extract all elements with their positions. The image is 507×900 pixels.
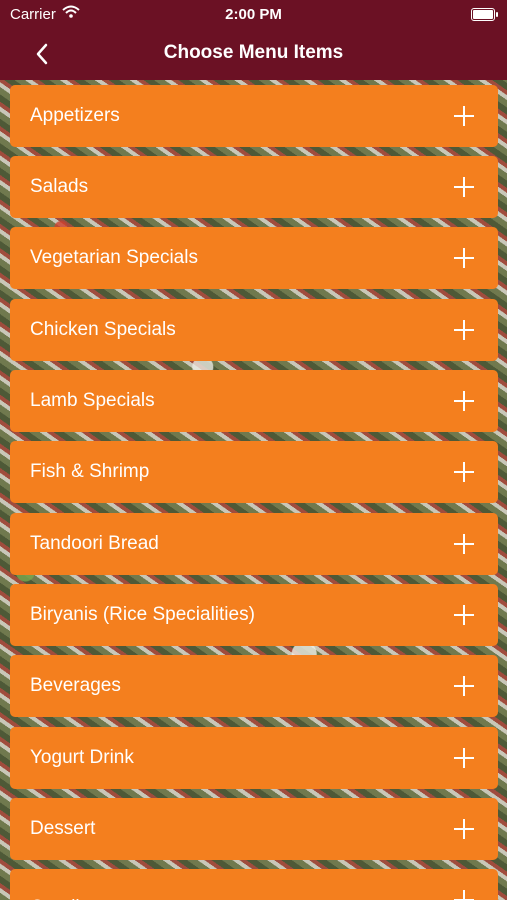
menu-category-label: Yogurt Drink — [30, 747, 134, 768]
menu-category-label: Appetizers — [30, 105, 120, 126]
menu-category-biryanis[interactable]: Biryanis (Rice Specialities) — [10, 584, 498, 646]
menu-category-salads[interactable]: Salads — [10, 156, 498, 218]
plus-icon[interactable] — [454, 106, 474, 126]
menu-category-label: Beverages — [30, 675, 121, 696]
plus-icon[interactable] — [454, 462, 474, 482]
menu-category-chicken-specials[interactable]: Chicken Specials — [10, 299, 498, 361]
menu-category-label: Condiments — [30, 877, 131, 900]
plus-icon[interactable] — [454, 177, 474, 197]
plus-icon[interactable] — [454, 320, 474, 340]
battery-level — [473, 10, 493, 19]
plus-icon[interactable] — [454, 890, 474, 900]
menu-category-label: Lamb Specials — [30, 390, 155, 411]
plus-icon[interactable] — [454, 748, 474, 768]
menu-category-appetizers[interactable]: Appetizers — [10, 85, 498, 147]
menu-screen: Carrier 2:00 PM Choose Menu Items Appeti… — [0, 0, 507, 900]
menu-category-label: Biryanis (Rice Specialities) — [30, 604, 255, 625]
menu-category-lamb-specials[interactable]: Lamb Specials — [10, 370, 498, 432]
plus-icon[interactable] — [454, 819, 474, 839]
plus-icon[interactable] — [454, 605, 474, 625]
menu-category-label: Tandoori Bread — [30, 533, 159, 554]
menu-category-label: Fish & Shrimp — [30, 461, 150, 482]
menu-category-tandoori-bread[interactable]: Tandoori Bread — [10, 513, 498, 575]
menu-category-beverages[interactable]: Beverages — [10, 655, 498, 717]
plus-icon[interactable] — [454, 248, 474, 268]
menu-category-label: Dessert — [30, 818, 96, 839]
plus-icon[interactable] — [454, 391, 474, 411]
menu-category-label: Chicken Specials — [30, 319, 176, 340]
menu-category-label: Vegetarian Specials — [30, 247, 198, 268]
status-time: 2:00 PM — [225, 6, 282, 23]
plus-icon[interactable] — [454, 676, 474, 696]
navigation-bar: Choose Menu Items — [0, 30, 507, 80]
status-bar: Carrier 2:00 PM — [0, 0, 507, 30]
menu-category-yogurt-drink[interactable]: Yogurt Drink — [10, 727, 498, 789]
menu-category-fish-shrimp[interactable]: Fish & Shrimp — [10, 441, 498, 503]
menu-category-condiments[interactable]: Condiments — [10, 869, 498, 900]
menu-category-label: Salads — [30, 176, 89, 197]
plus-icon[interactable] — [454, 534, 474, 554]
battery-icon — [471, 8, 498, 21]
menu-category-vegetarian-specials[interactable]: Vegetarian Specials — [10, 227, 498, 289]
menu-category-dessert[interactable]: Dessert — [10, 798, 498, 860]
page-title: Choose Menu Items — [163, 42, 344, 63]
